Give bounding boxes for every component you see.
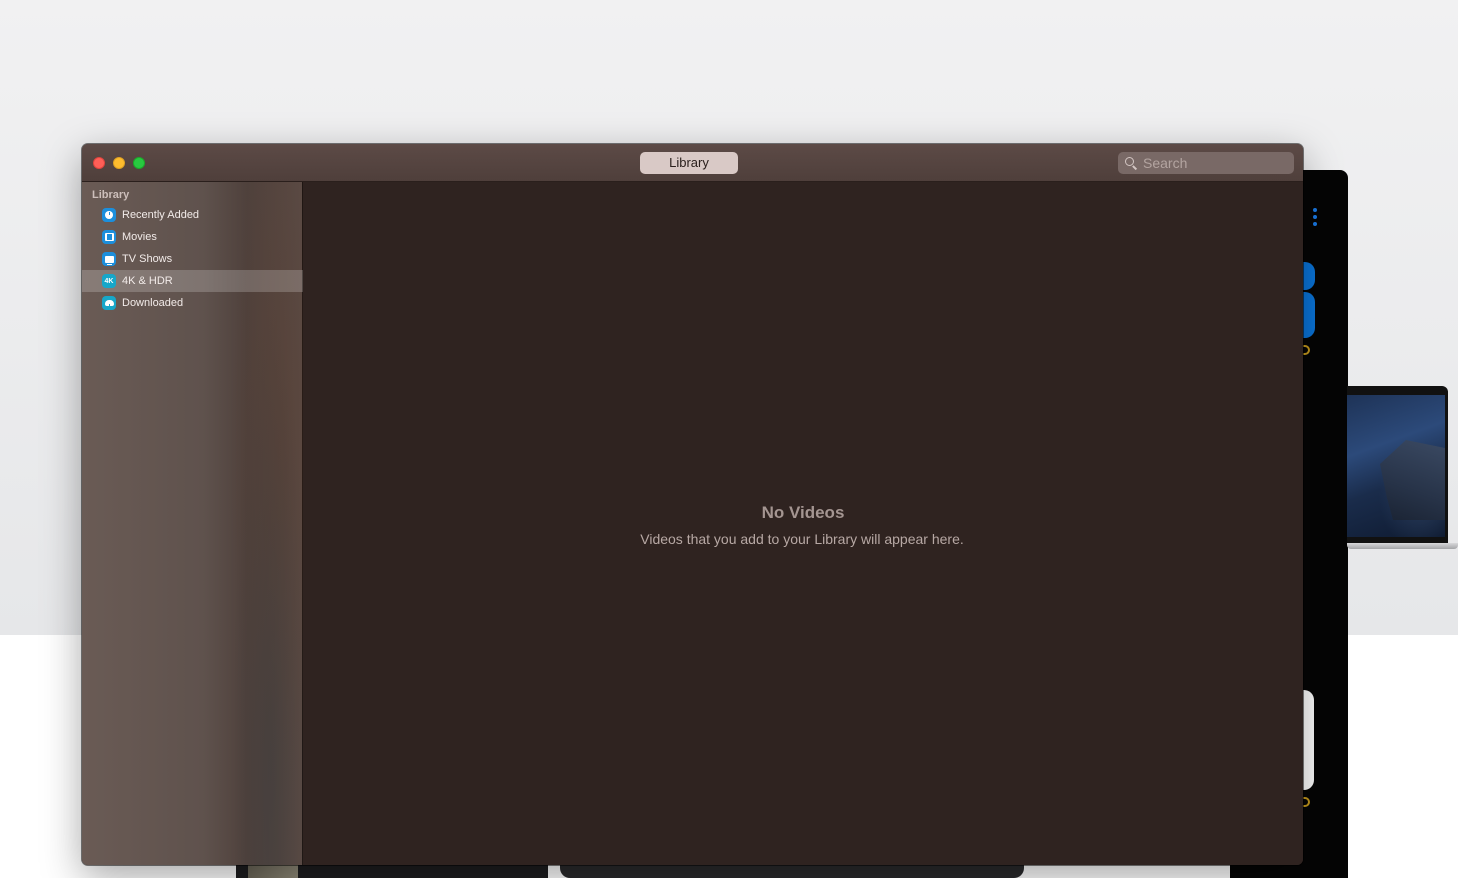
sidebar-item-movies[interactable]: Movies <box>82 226 303 248</box>
sidebar-item-label: TV Shows <box>122 253 173 265</box>
tv-app-window: Library Library Recently Added Movies TV… <box>82 144 1303 865</box>
sidebar-item-recently-added[interactable]: Recently Added <box>82 204 303 226</box>
film-icon <box>102 230 116 244</box>
sidebar-item-4k-hdr[interactable]: 4K 4K & HDR <box>82 270 303 292</box>
maximize-window-button[interactable] <box>133 157 145 169</box>
sidebar: Library Recently Added Movies TV Shows 4… <box>82 182 303 865</box>
sidebar-item-label: Recently Added <box>122 209 200 221</box>
4k-icon: 4K <box>102 274 116 288</box>
tv-icon <box>102 252 116 266</box>
close-window-button[interactable] <box>93 157 105 169</box>
empty-state-description: Videos that you add to your Library will… <box>640 531 964 547</box>
search-icon <box>1124 156 1138 170</box>
title-bar[interactable]: Library <box>82 144 1303 182</box>
clock-icon <box>102 208 116 222</box>
search-field[interactable] <box>1118 152 1294 174</box>
sidebar-item-label: Movies <box>122 231 157 243</box>
empty-state-title: No Videos <box>761 503 845 522</box>
laptop-base <box>1347 543 1458 549</box>
search-input[interactable] <box>1143 155 1283 171</box>
background-thumbnail <box>248 864 298 878</box>
sidebar-item-label: Downloaded <box>122 297 184 309</box>
sidebar-item-tv-shows[interactable]: TV Shows <box>82 248 303 270</box>
minimize-window-button[interactable] <box>113 157 125 169</box>
sidebar-item-label: 4K & HDR <box>122 275 173 287</box>
sidebar-list: Recently Added Movies TV Shows 4K 4K & H… <box>82 204 303 314</box>
sidebar-section-header: Library <box>92 189 130 201</box>
background-content-pill <box>560 864 1024 878</box>
main-content: No Videos Videos that you add to your Li… <box>303 182 1303 865</box>
sidebar-item-downloaded[interactable]: Downloaded <box>82 292 303 314</box>
more-options-icon[interactable] <box>1312 208 1318 226</box>
library-tab[interactable]: Library <box>640 152 738 174</box>
cloud-download-icon <box>102 296 116 310</box>
